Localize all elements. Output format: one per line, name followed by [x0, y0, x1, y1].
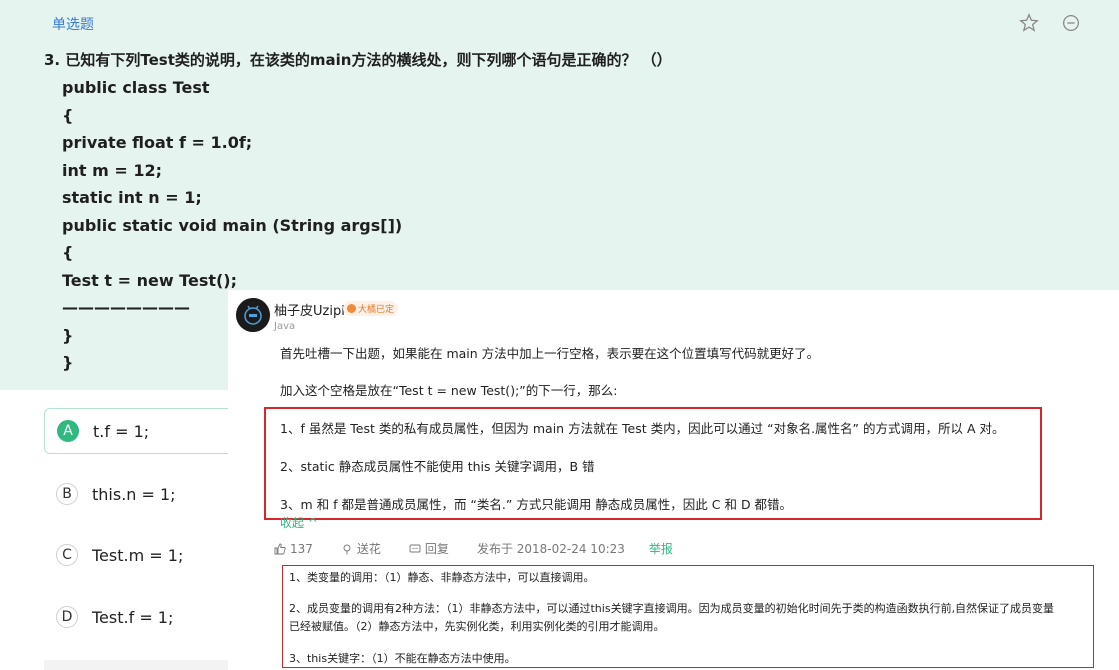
star-icon[interactable] — [1018, 12, 1040, 34]
badge-icon — [347, 304, 356, 313]
code-line: public static void main (String args[]) — [62, 216, 403, 235]
comment-paragraph: 2、static 静态成员属性不能使用 this 关键字调用，B 错 — [280, 459, 595, 474]
avatar[interactable] — [236, 298, 270, 332]
flower-button[interactable]: 送花 — [341, 540, 395, 557]
reply-button[interactable]: 回复 — [409, 540, 463, 557]
comment-actions: 137 送花 回复 发布于 2018-02-24 10:23 举报 — [274, 540, 687, 557]
username[interactable]: 柚子皮Uzipi — [274, 300, 345, 319]
option-text: this.n = 1; — [92, 484, 176, 504]
publish-time: 发布于 2018-02-24 10:23 — [476, 542, 625, 556]
option-text: Test.m = 1; — [92, 545, 184, 565]
note-line: 2、成员变量的调用有2种方法：（1）非静态方法中，可以通过this关键字直接调用… — [289, 602, 1055, 615]
option-letter: A — [57, 420, 79, 442]
code-line: } — [62, 353, 74, 372]
question-title: 3. 已知有下列Test类的说明，在该类的main方法的横线处，则下列哪个语句是… — [44, 51, 672, 69]
option-letter: D — [56, 606, 78, 628]
code-line: static int n = 1; — [62, 188, 202, 207]
flower-label: 送花 — [356, 542, 381, 556]
option-text: Test.f = 1; — [92, 607, 174, 627]
comment-language: Java — [274, 321, 296, 332]
option-letter: C — [56, 544, 78, 566]
code-line: } — [62, 326, 74, 345]
report-link[interactable]: 举报 — [649, 540, 673, 557]
comment-paragraph: 1、f 虽然是 Test 类的私有成员属性，但因为 main 方法就在 Test… — [280, 421, 1005, 436]
like-button[interactable]: 137 — [274, 542, 327, 556]
note-box: 1、类变量的调用：（1）静态、非静态方法中，可以直接调用。 2、成员变量的调用有… — [282, 565, 1094, 668]
user-badge: 大橘已定 — [343, 301, 399, 316]
collapse-link[interactable]: 收起 ^ — [280, 514, 318, 531]
reply-icon — [409, 544, 421, 552]
bottom-bar — [44, 660, 259, 670]
reply-label: 回复 — [424, 542, 449, 556]
option-text: t.f = 1; — [93, 421, 150, 441]
comment-paragraph: 3、m 和 f 都是普通成员属性，而 “类名.” 方式只能调用 静态成员属性，因… — [280, 497, 793, 512]
code-line: private float f = 1.0f; — [62, 133, 253, 152]
comment-paragraph: 加入这个空格是放在“Test t = new Test();”的下一行，那么: — [280, 383, 618, 398]
code-line: public class Test — [62, 78, 210, 97]
code-line: { — [62, 243, 74, 262]
avatar-icon — [236, 298, 270, 332]
code-line: int m = 12; — [62, 161, 162, 180]
like-count: 137 — [290, 541, 313, 556]
note-line: 已经被赋值。（2）静态方法中，先实例化类，利用实例化类的引用才能调用。 — [289, 620, 665, 633]
flower-icon — [343, 544, 351, 554]
code-line: { — [62, 106, 74, 125]
minus-circle-icon[interactable] — [1060, 12, 1082, 34]
option-letter: B — [56, 483, 78, 505]
question-type-label: 单选题 — [52, 17, 94, 33]
badge-label: 大橘已定 — [358, 305, 395, 315]
note-line: 1、类变量的调用：（1）静态、非静态方法中，可以直接调用。 — [289, 571, 595, 584]
code-line: Test t = new Test(); — [62, 271, 238, 290]
code-line-blank: ———————— — [62, 298, 190, 317]
comment-paragraph: 首先吐槽一下出题，如果能在 main 方法中加上一行空格，表示要在这个位置填写代… — [280, 346, 820, 361]
note-line: 3、this关键字：（1）不能在静态方法中使用。 — [289, 652, 516, 665]
thumbs-up-icon — [274, 543, 286, 554]
